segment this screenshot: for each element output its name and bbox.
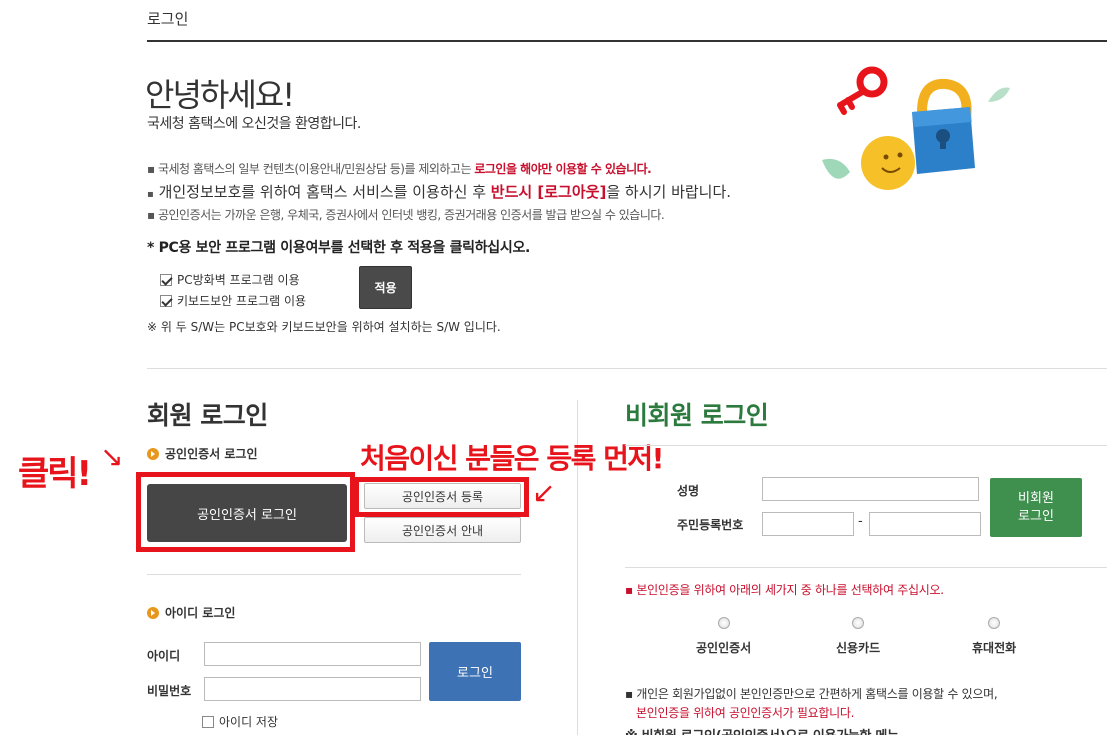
save-id-checkbox[interactable] xyxy=(202,715,214,728)
nonmember-divider xyxy=(625,567,1107,568)
section-divider xyxy=(147,368,1107,369)
keyboard-security-checkbox[interactable] xyxy=(160,294,172,307)
nonmember-info-cert: 본인인증을 위하여 공인인증서가 필요합니다. xyxy=(636,706,855,720)
password-input[interactable] xyxy=(204,677,421,701)
nonmember-menu-note: ※ 비회원 로그인(공인인증서)으로 이용가능한 메뉴 xyxy=(625,725,899,735)
save-id-option[interactable]: 아이디 저장 xyxy=(202,713,278,730)
leaf-icon xyxy=(988,87,1010,102)
leaf-icon xyxy=(822,158,850,179)
header-divider xyxy=(147,40,1107,42)
click-arrow-icon: ↘ xyxy=(100,440,124,473)
register-first-annotation: 처음이신 분들은 등록 먼저! xyxy=(360,442,664,475)
firewall-label: PC방화벽 프로그램 이용 xyxy=(177,273,300,287)
smiley-icon xyxy=(861,136,915,190)
cert-login-section-title: 공인인증서 로그인 xyxy=(147,445,258,462)
name-label: 성명 xyxy=(677,484,700,498)
login-button[interactable]: 로그인 xyxy=(429,642,521,701)
nonmember-login-button[interactable]: 비회원 로그인 xyxy=(990,478,1082,537)
highlight-box xyxy=(136,472,355,552)
arrow-bullet-icon xyxy=(147,606,159,619)
keyboard-security-option[interactable]: 키보드보안 프로그램 이용 xyxy=(160,292,306,309)
firewall-checkbox[interactable] xyxy=(160,273,172,286)
click-annotation: 클릭! xyxy=(18,454,92,494)
save-id-label: 아이디 저장 xyxy=(219,715,279,729)
notice-logout: ▪ 개인정보보호를 위하여 홈택스 서비스를 이용하신 후 반드시 [로그아웃]… xyxy=(147,183,732,201)
id-label: 아이디 xyxy=(147,649,181,663)
greeting-heading: 안녕하세요! xyxy=(145,76,295,114)
lock-key-illustration xyxy=(822,66,1010,190)
page-title: 로그인 xyxy=(147,10,189,28)
card-method-label: 신용카드 xyxy=(836,641,881,655)
member-divider xyxy=(147,574,521,575)
cert-guide-button[interactable]: 공인인증서 안내 xyxy=(364,517,521,543)
member-login-heading: 회원 로그인 xyxy=(147,401,268,430)
rrn-dash: - xyxy=(858,514,863,529)
key-icon xyxy=(837,66,888,115)
firewall-option[interactable]: PC방화벽 프로그램 이용 xyxy=(160,271,300,288)
nonmember-login-heading: 비회원 로그인 xyxy=(625,401,769,430)
rrn-front-input[interactable] xyxy=(762,512,854,536)
id-login-section-title: 아이디 로그인 xyxy=(147,604,235,621)
welcome-text: 국세청 홈택스에 오신것을 환영합니다. xyxy=(147,116,361,132)
arrow-bullet-icon xyxy=(147,447,159,460)
highlight-box xyxy=(354,477,529,517)
phone-method-label: 휴대전화 xyxy=(972,641,1017,655)
notice-login-required: ▪ 국세청 홈택스의 일부 컨텐츠(이용안내/민원상담 등)를 제외하고는 로그… xyxy=(147,162,652,176)
id-input[interactable] xyxy=(204,642,421,666)
keyboard-security-label: 키보드보안 프로그램 이용 xyxy=(177,294,307,308)
nonmember-divider xyxy=(625,445,1107,446)
auth-method-phone[interactable]: 휴대전화 xyxy=(972,617,1016,656)
padlock-icon xyxy=(912,78,975,174)
password-label: 비밀번호 xyxy=(147,684,192,698)
rrn-back-input[interactable] xyxy=(869,512,981,536)
phone-radio[interactable] xyxy=(988,617,1001,629)
auth-method-cert[interactable]: 공인인증서 xyxy=(696,617,751,656)
apply-button[interactable]: 적용 xyxy=(359,266,412,309)
auth-select-notice: ▪ 본인인증을 위하여 아래의 세가지 중 하나를 선택하여 주십시오. xyxy=(625,583,944,597)
notice-certificate: ▪ 공인인증서는 가까운 은행, 우체국, 증권사에서 인터넷 뱅킹, 증권거래… xyxy=(147,208,665,222)
security-note: ※ 위 두 S/W는 PC보호와 키보드보안을 위하여 설치하는 S/W 입니다… xyxy=(147,320,501,334)
auth-method-card[interactable]: 신용카드 xyxy=(836,617,880,656)
security-title: * PC용 보안 프로그램 이용여부를 선택한 후 적용을 클릭하십시오. xyxy=(147,240,531,256)
name-input[interactable] xyxy=(762,477,979,501)
rrn-label: 주민등록번호 xyxy=(677,518,744,532)
nonmember-info: ▪ 개인은 회원가입없이 본인인증만으로 간편하게 홈택스를 이용할 수 있으며… xyxy=(625,687,998,701)
card-radio[interactable] xyxy=(852,617,865,629)
cert-radio[interactable] xyxy=(717,617,730,629)
cert-method-label: 공인인증서 xyxy=(696,641,752,655)
register-arrow-icon: ↙ xyxy=(532,476,556,509)
